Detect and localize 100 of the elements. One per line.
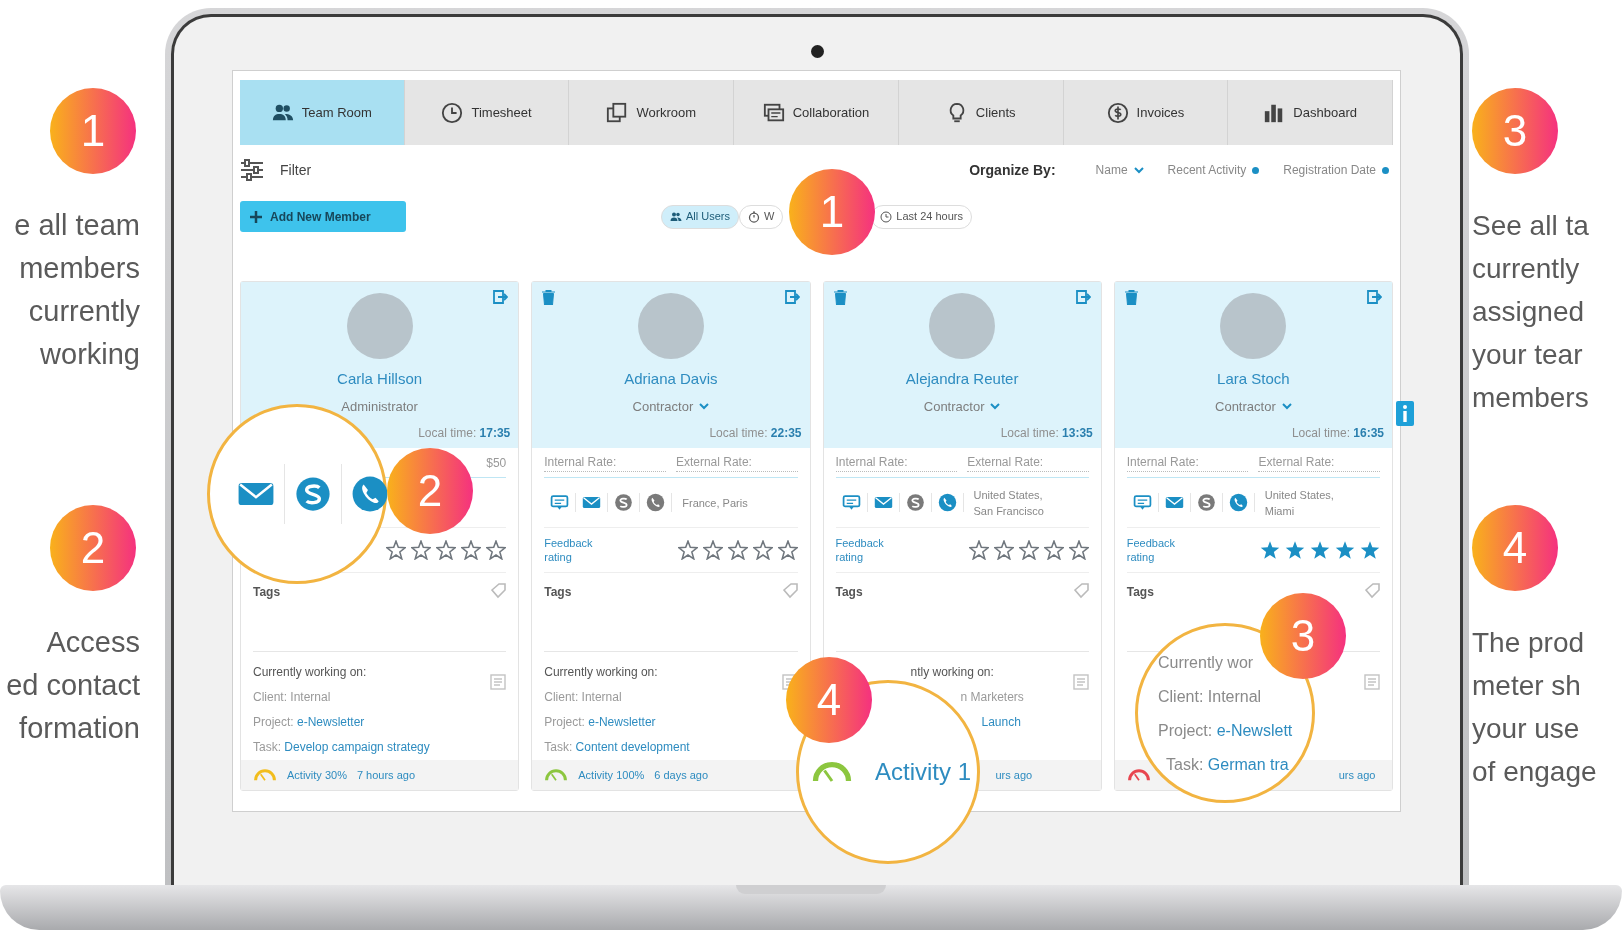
chat-bubble-icon[interactable] [1132, 493, 1152, 512]
trash-icon[interactable] [1124, 290, 1138, 305]
location-text: United States, San Francisco [972, 487, 1044, 519]
rate-value: $50 [486, 454, 507, 472]
user-filter-chip[interactable]: Last 24 hours [871, 204, 972, 229]
caption-text: e all team members currently working [14, 208, 140, 372]
star-icon [461, 540, 482, 560]
star-rating[interactable] [386, 540, 507, 560]
sort-option[interactable]: Registration Date [1283, 161, 1389, 179]
nav-tab[interactable]: Collaboration [734, 80, 899, 145]
task-text: Task: Content development [544, 739, 691, 756]
users-icon [670, 210, 682, 223]
phone-icon[interactable] [937, 493, 957, 512]
step-marker: 4 [1472, 505, 1558, 591]
rate-label: Internal Rate: [544, 453, 666, 472]
chat-bubble-icon[interactable] [550, 493, 570, 512]
tags-label: Tags [1126, 584, 1154, 601]
rate-label: Internal Rate: [835, 453, 958, 472]
local-time: Local time: 17:35 [418, 425, 511, 442]
box-arrow-icon[interactable] [1075, 290, 1091, 304]
last-seen-text: 7 hours ago [356, 767, 416, 783]
sort-option[interactable]: Recent Activity [1167, 161, 1260, 179]
star-rating[interactable] [968, 540, 1089, 560]
feedback-label: Feedback rating [1126, 536, 1177, 564]
s-logo-icon[interactable] [294, 475, 332, 513]
dot-icon [1382, 166, 1389, 174]
activity-text: Activity 30% [287, 767, 347, 783]
nav-tab[interactable]: Timesheet [404, 80, 570, 145]
star-icon [968, 540, 989, 560]
step-marker: 1 [50, 88, 136, 174]
chat-bubble-icon[interactable] [841, 493, 861, 512]
star-icon [727, 540, 748, 560]
phone-icon[interactable] [646, 493, 666, 512]
chevron-down-icon [1133, 166, 1144, 174]
star-icon [486, 540, 507, 560]
tag-icon[interactable] [781, 583, 798, 599]
star-rating[interactable] [1260, 540, 1380, 560]
tag-icon[interactable] [1364, 583, 1380, 599]
clock-icon [880, 210, 893, 223]
rate-label: External Rate: [967, 453, 1089, 472]
feedback-label: Feedback rating [835, 536, 885, 564]
user-filter-chip[interactable]: All Users [661, 204, 739, 229]
activity-text: Activity 1 [875, 757, 972, 787]
member-name[interactable]: Carla Hillson [337, 368, 423, 391]
member-role[interactable]: Contractor [923, 396, 1001, 416]
member-name[interactable]: Alejandra Reuter [905, 368, 1019, 391]
project-text: Launch [980, 714, 1022, 731]
task-text: Task: Develop campaign strategy [253, 739, 431, 756]
star-icon [702, 540, 723, 560]
phone-icon[interactable] [351, 475, 389, 513]
member-role[interactable]: Contractor [632, 396, 710, 416]
nav-tab[interactable]: Dashboard [1228, 80, 1394, 145]
nav-tab[interactable]: Workroom [569, 80, 735, 145]
star-icon [1018, 540, 1039, 560]
star-icon [1043, 540, 1064, 560]
coin-icon [1106, 101, 1129, 124]
copy-icon [606, 101, 629, 124]
user-filter-chip[interactable]: W [739, 204, 784, 229]
filter-label[interactable]: Filter [280, 159, 312, 181]
step-marker: 2 [50, 505, 136, 591]
star-rating[interactable] [677, 540, 798, 560]
s-logo-icon[interactable] [905, 493, 925, 512]
phone-icon[interactable] [1228, 493, 1248, 512]
box-arrow-icon[interactable] [493, 290, 509, 304]
star-icon [993, 540, 1014, 560]
star-icon [777, 540, 798, 560]
project-text: Project: e-Newsletter [253, 714, 366, 731]
box-arrow-icon[interactable] [1367, 290, 1382, 304]
caption-text: Access ed contact formation [6, 625, 140, 746]
s-logo-icon[interactable] [1196, 493, 1216, 512]
sort-option[interactable]: Name [1095, 161, 1144, 179]
nav-tab[interactable]: Invoices [1063, 80, 1229, 145]
member-name[interactable]: Adriana Davis [624, 368, 718, 391]
stopwatch-icon [748, 210, 760, 223]
chevron-down-icon [990, 402, 1001, 410]
rate-label: External Rate: [1258, 453, 1380, 472]
trash-icon[interactable] [542, 290, 556, 305]
add-member-button[interactable]: Add New Member [240, 201, 406, 232]
star-icon [1068, 540, 1089, 560]
tag-icon[interactable] [490, 583, 507, 599]
clock-icon [441, 101, 464, 124]
info-icon[interactable] [1396, 401, 1414, 426]
trash-icon[interactable] [833, 290, 847, 305]
s-logo-icon[interactable] [614, 493, 634, 512]
nav-tab[interactable]: Clients [898, 80, 1064, 145]
last-seen-text: urs ago [995, 767, 1033, 783]
star-icon [411, 540, 432, 560]
activity-text: Activity 100% [578, 767, 645, 783]
work-line: Project: e-Newslett [1158, 721, 1293, 741]
star-icon [1260, 540, 1280, 560]
tags-label: Tags [544, 584, 572, 601]
member-name[interactable]: Lara Stoch [1217, 368, 1290, 391]
star-icon [1285, 540, 1305, 560]
last-seen-text: 6 days ago [654, 767, 709, 783]
work-line: Client: Internal [1158, 687, 1262, 707]
tag-icon[interactable] [1072, 583, 1089, 599]
filter-sliders-icon[interactable] [240, 159, 264, 181]
member-role[interactable]: Contractor [1215, 396, 1292, 416]
nav-tab[interactable]: Team Room [240, 80, 405, 145]
box-arrow-icon[interactable] [784, 290, 800, 304]
